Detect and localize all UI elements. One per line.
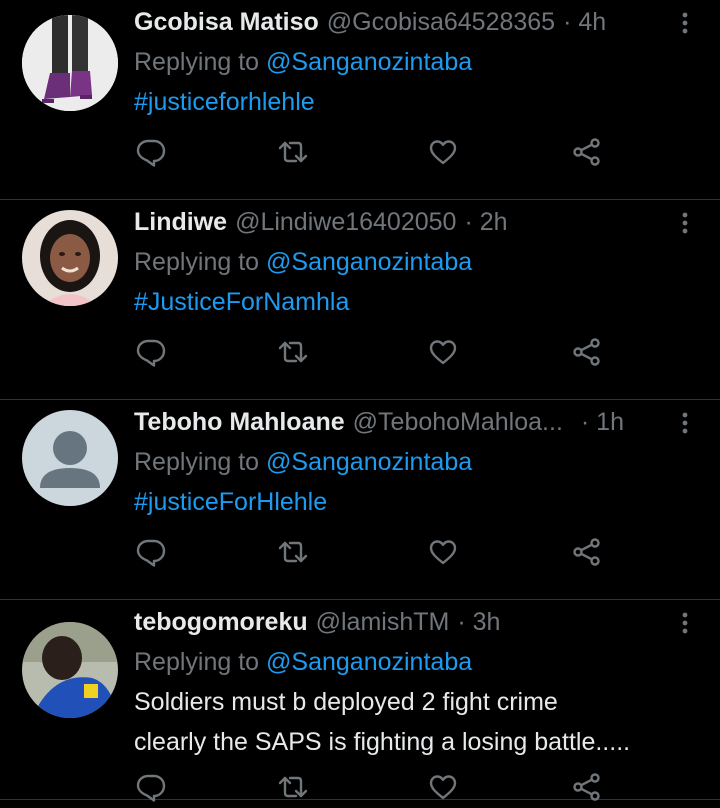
share-icon[interactable] [572,537,602,567]
mention-link[interactable]: @Sanganozintaba [266,648,472,676]
replying-to: Replying to @Sanganozintaba [134,242,700,282]
like-icon[interactable] [428,337,458,367]
woman-photo [22,210,118,306]
mention-link[interactable]: @Sanganozintaba [266,448,472,476]
display-name[interactable]: Gcobisa Matiso [134,8,319,37]
replying-label: Replying to [134,248,260,276]
replying-to: Replying to @Sanganozintaba [134,642,700,682]
handle[interactable]: @Lindiwe16402050 [235,208,456,237]
retweet-icon[interactable] [278,772,308,802]
tweet-header: Lindiwe @Lindiwe16402050 · 2h [134,202,700,242]
avatar[interactable] [22,410,118,506]
man-photo [22,622,118,718]
more-icon[interactable] [670,8,700,38]
mention-link[interactable]: @Sanganozintaba [266,248,472,276]
timestamp[interactable]: · 2h [464,208,507,237]
tweet[interactable]: tebogomoreku @lamishTM · 3h Replying to … [0,600,720,802]
replying-label: Replying to [134,648,260,676]
share-icon[interactable] [572,337,602,367]
like-icon[interactable] [428,772,458,802]
avatar[interactable] [22,622,118,718]
default-avatar [22,410,118,506]
display-name[interactable]: Teboho Mahloane [134,408,345,437]
tweet[interactable]: Lindiwe @Lindiwe16402050 · 2h Replying t… [0,200,720,400]
mention-link[interactable]: @Sanganozintaba [266,48,472,76]
reply-icon[interactable] [136,537,166,567]
more-icon[interactable] [670,208,700,238]
action-bar [134,137,720,173]
tweet-text-line: Soldiers must b deployed 2 fight crime [134,688,558,716]
tweet-header: Gcobisa Matiso @Gcobisa64528365 · 4h [134,2,700,42]
handle[interactable]: @TebohoMahloa... [353,408,563,437]
display-name[interactable]: tebogomoreku [134,608,308,637]
replying-to: Replying to @Sanganozintaba [134,442,700,482]
timestamp[interactable]: · 4h [563,8,606,37]
action-bar [134,537,720,573]
action-bar [134,772,720,808]
tweet-text: #justiceForHlehle [134,482,700,522]
retweet-icon[interactable] [278,537,308,567]
boots-photo [22,15,118,111]
replying-label: Replying to [134,448,260,476]
tweet[interactable]: Gcobisa Matiso @Gcobisa64528365 · 4h Rep… [0,0,720,200]
handle[interactable]: @Gcobisa64528365 [327,8,555,37]
hashtag-link[interactable]: #justiceforhlehle [134,88,315,116]
tweet-text: #JusticeForNamhla [134,282,700,322]
hashtag-link[interactable]: #justiceForHlehle [134,488,327,516]
share-icon[interactable] [572,137,602,167]
tweet-text-line: clearly the SAPS is fighting a losing ba… [134,728,631,756]
tweet[interactable]: Teboho Mahloane @TebohoMahloa... · 1h Re… [0,400,720,600]
tweet-header: Teboho Mahloane @TebohoMahloa... · 1h [134,402,700,442]
action-bar [134,337,720,373]
hashtag-link[interactable]: #JusticeForNamhla [134,288,349,316]
more-icon[interactable] [670,408,700,438]
replying-to: Replying to @Sanganozintaba [134,42,700,82]
like-icon[interactable] [428,537,458,567]
tweet-header: tebogomoreku @lamishTM · 3h [134,602,700,642]
tweet-text: #justiceforhlehle [134,82,700,122]
reply-icon[interactable] [136,337,166,367]
handle[interactable]: @lamishTM [316,608,450,637]
replying-label: Replying to [134,48,260,76]
avatar[interactable] [22,210,118,306]
tweet-text: Soldiers must b deployed 2 fight crime c… [134,682,700,762]
reply-icon[interactable] [136,772,166,802]
timestamp[interactable]: · 1h [581,408,624,437]
share-icon[interactable] [572,772,602,802]
more-icon[interactable] [670,608,700,638]
retweet-icon[interactable] [278,337,308,367]
display-name[interactable]: Lindiwe [134,208,227,237]
reply-icon[interactable] [136,137,166,167]
like-icon[interactable] [428,137,458,167]
avatar[interactable] [22,15,118,111]
retweet-icon[interactable] [278,137,308,167]
timestamp[interactable]: · 3h [457,608,500,637]
